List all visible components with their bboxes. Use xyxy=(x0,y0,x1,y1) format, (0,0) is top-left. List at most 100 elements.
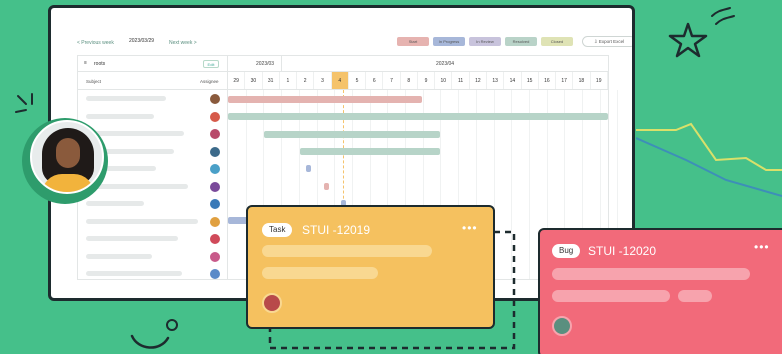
legend-start: Start xyxy=(397,37,429,46)
task-subject-placeholder xyxy=(86,201,144,206)
bug-ticket-id[interactable]: STUI -12020 xyxy=(588,244,656,258)
legend-closed: Closed xyxy=(541,37,573,46)
day-header: 29 30 31 1 2 3 4 5 6 7 8 9 10 11 12 13 14 15 16 17 18 19 xyxy=(228,72,608,90)
day-cell[interactable]: 31 xyxy=(263,72,280,89)
task-row[interactable] xyxy=(78,230,227,248)
task-row[interactable] xyxy=(78,248,227,266)
day-cell[interactable]: 18 xyxy=(573,72,591,89)
task-bar-4[interactable] xyxy=(300,148,440,155)
day-cell[interactable]: 8 xyxy=(401,72,418,89)
day-cell[interactable]: 13 xyxy=(487,72,505,89)
day-cell[interactable]: 7 xyxy=(383,72,401,89)
legend-resolved: Resolved xyxy=(505,37,537,46)
next-week-link[interactable]: Next week > xyxy=(169,40,197,46)
filter-text[interactable]: roots xyxy=(94,61,105,67)
day-cell[interactable]: 10 xyxy=(435,72,453,89)
day-cell[interactable]: 17 xyxy=(556,72,574,89)
line-chart-doodle xyxy=(636,122,782,197)
day-cell[interactable]: 2 xyxy=(297,72,315,89)
task-subject-placeholder xyxy=(86,113,154,119)
bug-more-icon[interactable]: ••• xyxy=(754,240,770,254)
task-ticket-id[interactable]: STUI -12019 xyxy=(302,223,370,237)
task-subject-placeholder xyxy=(86,96,166,101)
task-list-header: Subject Assignee xyxy=(78,72,227,90)
day-cell[interactable]: 6 xyxy=(366,72,384,89)
toolbar: < Previous week 2023/03/29 Next week > S… xyxy=(77,36,632,52)
day-cell[interactable]: 30 xyxy=(245,72,263,89)
task-subject-placeholder xyxy=(86,183,188,189)
task-assignee-avatar[interactable] xyxy=(262,293,282,313)
month-label-march: 2023/03 xyxy=(256,61,275,67)
star-doodle xyxy=(668,22,708,58)
assignee-avatar[interactable] xyxy=(210,181,220,192)
day-cell[interactable]: 9 xyxy=(418,72,436,89)
task-description-line-2 xyxy=(262,267,378,279)
day-cell[interactable]: 15 xyxy=(522,72,539,89)
month-divider xyxy=(281,56,282,71)
filter-row: ≡ roots Edit xyxy=(78,56,227,72)
assignee-avatar[interactable] xyxy=(210,94,220,104)
task-type-pill: Task xyxy=(262,223,293,237)
assignee-avatar[interactable] xyxy=(210,111,220,122)
task-bar-3[interactable] xyxy=(264,131,440,138)
face-shape xyxy=(56,138,80,168)
task-description-line-1 xyxy=(262,245,432,257)
profile-photo xyxy=(30,120,104,194)
task-row[interactable] xyxy=(78,108,227,126)
assignee-avatar[interactable] xyxy=(210,129,220,139)
day-cell[interactable]: 16 xyxy=(539,72,557,89)
task-subject-placeholder xyxy=(86,131,184,136)
sparkle-doodle xyxy=(15,93,33,113)
task-row[interactable] xyxy=(78,265,227,283)
assignee-avatar[interactable] xyxy=(210,251,220,262)
assignee-avatar[interactable] xyxy=(210,146,220,157)
task-bar-2[interactable] xyxy=(228,113,608,120)
assignee-avatar[interactable] xyxy=(210,234,220,244)
day-cell[interactable]: 3 xyxy=(314,72,332,89)
task-bar-6[interactable] xyxy=(324,183,329,190)
assignee-avatar[interactable] xyxy=(210,216,220,227)
day-cell[interactable]: 1 xyxy=(280,72,298,89)
day-cell[interactable]: 29 xyxy=(228,72,246,89)
legend-in-review: In Review xyxy=(469,37,501,46)
filter-icon[interactable]: ≡ xyxy=(84,60,87,66)
task-subject-placeholder xyxy=(86,218,198,224)
smile-doodle xyxy=(130,319,178,349)
previous-week-link[interactable]: < Previous week xyxy=(77,40,114,46)
assignee-avatar[interactable] xyxy=(210,199,220,209)
assignee-avatar[interactable] xyxy=(210,164,220,174)
day-cell-today[interactable]: 4 xyxy=(331,72,349,89)
bug-description-line-1 xyxy=(552,268,750,280)
assignee-column-header[interactable]: Assignee xyxy=(200,79,219,84)
subject-column-header[interactable]: Subject xyxy=(86,79,101,84)
task-subject-placeholder xyxy=(86,253,152,259)
day-cell[interactable]: 14 xyxy=(504,72,522,89)
assignee-avatar[interactable] xyxy=(210,269,220,279)
current-date[interactable]: 2023/03/29 xyxy=(129,38,154,44)
task-card[interactable]: Task STUI -12019 ••• xyxy=(246,205,495,329)
task-subject-placeholder xyxy=(86,236,178,241)
legend-in-progress: In Progress xyxy=(433,37,465,46)
bug-assignee-avatar[interactable] xyxy=(552,316,572,336)
bug-card[interactable]: Bug STUI -12020 ••• xyxy=(538,228,782,354)
month-label-april: 2023/04 xyxy=(436,61,455,67)
profile-photo-ring xyxy=(22,118,108,204)
task-row[interactable] xyxy=(78,213,227,231)
edit-button[interactable]: Edit xyxy=(203,60,219,68)
month-header: 2023/03 2023/04 xyxy=(228,56,608,72)
task-more-icon[interactable]: ••• xyxy=(462,221,478,235)
task-subject-placeholder xyxy=(86,271,182,276)
day-cell[interactable]: 5 xyxy=(349,72,367,89)
wave-doodle xyxy=(711,7,735,25)
task-bar-1[interactable] xyxy=(228,96,422,103)
task-row[interactable] xyxy=(78,90,227,108)
task-row[interactable] xyxy=(78,195,227,213)
task-bar-5[interactable] xyxy=(306,165,311,172)
export-excel-button[interactable]: ⇩ Export Excel xyxy=(582,36,632,47)
day-cell[interactable]: 12 xyxy=(470,72,487,89)
bug-description-line-3 xyxy=(678,290,712,302)
day-cell[interactable]: 11 xyxy=(452,72,470,89)
task-rows xyxy=(78,90,227,283)
day-cell[interactable]: 19 xyxy=(591,72,608,89)
bug-description-line-2 xyxy=(552,290,670,302)
